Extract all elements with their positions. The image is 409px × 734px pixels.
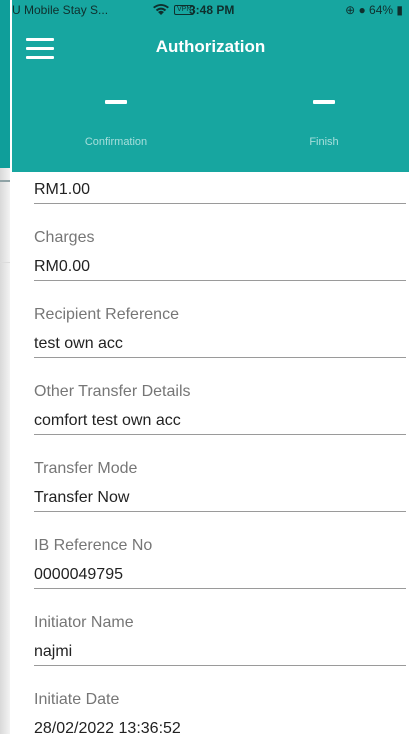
step-confirmation: Confirmation [56, 100, 176, 148]
initiate-date-label: Initiate Date [34, 691, 120, 708]
initiator-name-value: najmi [34, 643, 406, 666]
other-transfer-details-field: Other Transfer Details comfort test own … [34, 383, 406, 435]
app-header: U Mobile Stay S... VPN 3:48 PM ⊕ ● 64% ▮… [12, 0, 409, 172]
status-indicators: ⊕ ● 64% ▮ [345, 3, 403, 17]
recipient-reference-field: Recipient Reference test own acc [34, 306, 406, 358]
initiator-name-label: Initiator Name [34, 614, 134, 631]
step-label: Confirmation [84, 136, 148, 148]
transfer-mode-label: Transfer Mode [34, 460, 138, 477]
other-transfer-details-label: Other Transfer Details [34, 383, 191, 400]
divider [0, 180, 10, 182]
initiate-date-value: 28/02/2022 13:36:52 [34, 720, 406, 734]
background-header-edge [0, 0, 10, 168]
recipient-reference-label: Recipient Reference [34, 306, 179, 323]
page-title: Authorization [155, 37, 266, 56]
other-transfer-details-value: comfort test own acc [34, 412, 406, 435]
background-app-edge [0, 0, 10, 734]
charges-label: Charges [34, 229, 95, 246]
amount-value: RM1.00 [34, 181, 406, 204]
amount-field: RM1.00 [34, 181, 406, 204]
wifi-icon [153, 4, 169, 15]
transfer-mode-value: Transfer Now [34, 489, 406, 512]
step-finish: Finish [264, 100, 384, 148]
divider [0, 262, 10, 263]
transfer-mode-field: Transfer Mode Transfer Now [34, 460, 406, 512]
charges-value: RM0.00 [34, 258, 406, 281]
step-indicator [313, 100, 335, 104]
recipient-reference-value: test own acc [34, 335, 406, 358]
initiator-name-field: Initiator Name najmi [34, 614, 406, 666]
ib-reference-field: IB Reference No 0000049795 [34, 537, 406, 589]
status-time: 3:48 PM [189, 3, 235, 17]
ib-reference-label: IB Reference No [34, 537, 153, 554]
carrier-name: U Mobile Stay S... [12, 3, 109, 17]
charges-field: Charges RM0.00 [34, 229, 406, 281]
transaction-details: RM1.00 Charges RM0.00 Recipient Referenc… [34, 172, 406, 734]
step-label: Finish [309, 136, 339, 148]
status-bar: U Mobile Stay S... VPN 3:48 PM ⊕ ● 64% ▮ [12, 0, 409, 22]
step-indicator [105, 100, 127, 104]
app-screen: U Mobile Stay S... VPN 3:48 PM ⊕ ● 64% ▮… [12, 0, 409, 734]
ib-reference-value: 0000049795 [34, 566, 406, 589]
initiate-date-field: Initiate Date 28/02/2022 13:36:52 [34, 691, 406, 734]
